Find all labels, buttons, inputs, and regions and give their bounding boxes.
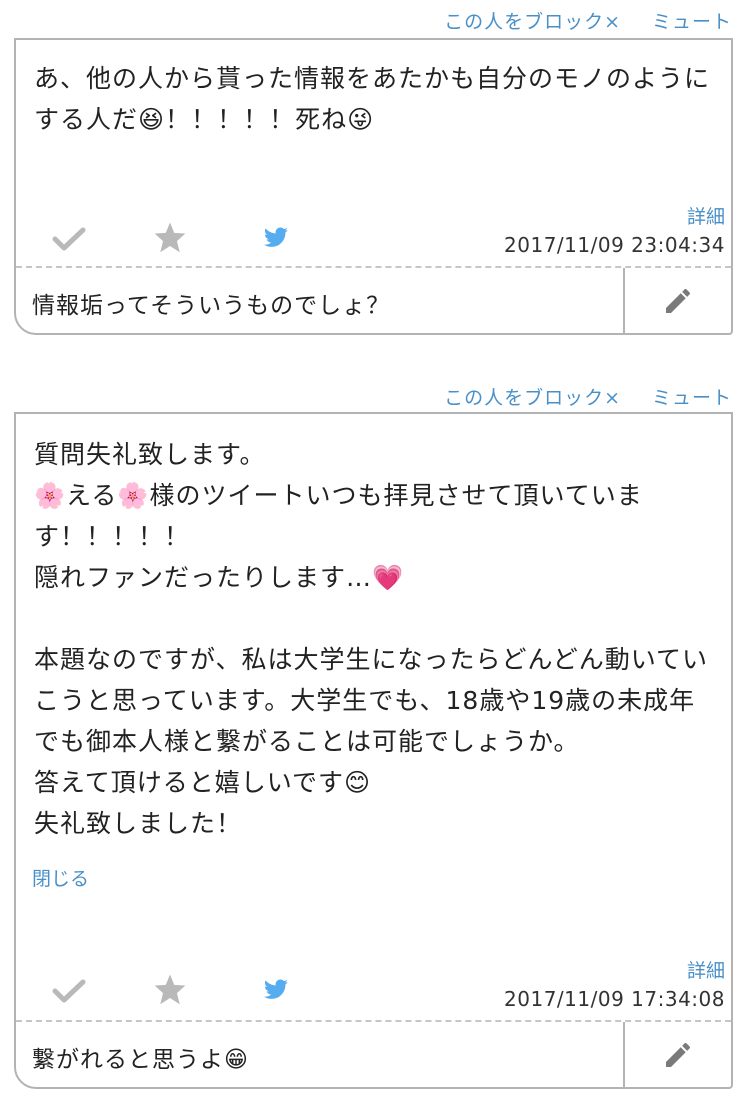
pencil-icon [666,1042,690,1067]
block-user-link[interactable]: この人をブロック× [444,7,621,34]
answer-text: 繋がれると思うよ😁 [32,1047,249,1073]
post-header-1: この人をブロック× ミュート [0,0,749,36]
question-text: あ、他の人から貰った情報をあたかも自分のモノのようにする人だ😆！！！！！死ね😜 [34,64,711,134]
timestamp: 2017/11/09 17:34:08 [504,987,725,1011]
star-icon[interactable] [153,973,187,1005]
question-card-2: 質問失礼致します。 🌸える🌸様のツイートいつも拝見させて頂いています！！！！！ … [14,412,733,1089]
post-header-2: この人をブロック× ミュート [0,376,749,412]
edit-answer-button[interactable] [623,268,731,333]
twitter-icon[interactable] [263,979,289,1001]
answer-row: 情報垢ってそういうものでしょ？ [16,268,731,333]
detail-link[interactable]: 詳細 [687,202,725,229]
answer-text: 情報垢ってそういうものでしょ？ [32,293,391,319]
collapse-link[interactable]: 閉じる [32,864,89,891]
detail-link[interactable]: 詳細 [687,956,725,983]
check-icon[interactable] [52,226,86,252]
pencil-icon [666,288,690,313]
answer-row: 繋がれると思うよ😁 [16,1022,731,1087]
mute-link[interactable]: ミュート [652,383,732,410]
timestamp: 2017/11/09 23:04:34 [504,233,725,257]
mute-link[interactable]: ミュート [652,7,732,34]
twitter-icon[interactable] [263,227,289,249]
star-icon[interactable] [153,221,187,253]
edit-answer-button[interactable] [623,1022,731,1087]
check-icon[interactable] [52,978,86,1004]
question-text: 質問失礼致します。 🌸える🌸様のツイートいつも拝見させて頂いています！！！！！ … [34,440,709,838]
question-card-1: あ、他の人から貰った情報をあたかも自分のモノのようにする人だ😆！！！！！死ね😜 … [14,38,733,335]
block-user-link[interactable]: この人をブロック× [444,383,621,410]
